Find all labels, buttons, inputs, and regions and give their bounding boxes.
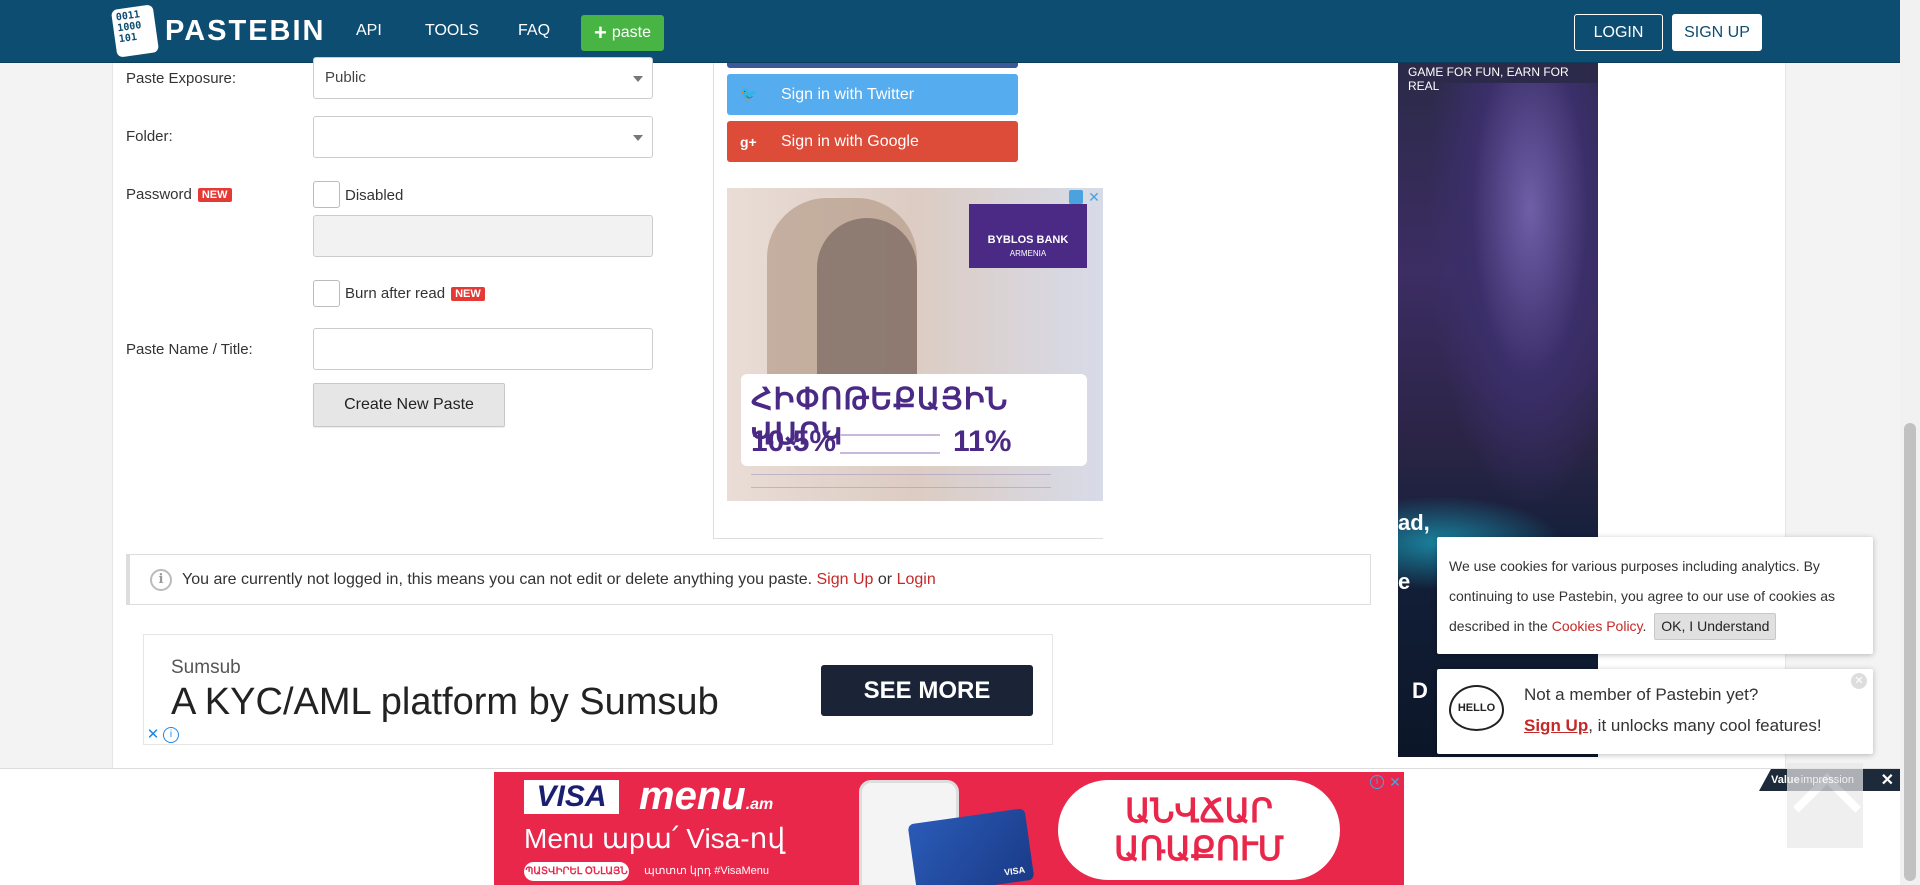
ad-close-icon[interactable]: ✕: [145, 727, 161, 743]
chevron-down-icon: [633, 76, 643, 82]
twitter-icon: 🐦: [740, 86, 758, 102]
member-promo-line2: Sign Up, it unlocks many cool features!: [1524, 716, 1822, 736]
cookie-accept-button[interactable]: OK, I Understand: [1654, 613, 1777, 640]
twitter-signin-label: Sign in with Twitter: [781, 85, 915, 103]
paste-title-input[interactable]: [313, 328, 653, 370]
game-ad-text: e: [1398, 569, 1411, 594]
signup-button[interactable]: SIGN UP: [1672, 14, 1762, 51]
bank-brand-sub: ARMENIA: [1009, 249, 1047, 258]
close-icon[interactable]: ✕: [1851, 673, 1867, 689]
ad-info-icon[interactable]: i: [163, 727, 179, 743]
pastebin-logo-icon[interactable]: 0011 1000 101: [110, 4, 160, 58]
new-paste-label: paste: [611, 24, 651, 41]
google-plus-icon: g+: [740, 133, 757, 150]
visa-ad-hashtag: պտտտ կրդ #VisaMenu: [644, 865, 770, 877]
paste-exposure-select[interactable]: Public: [313, 57, 653, 99]
game-ad-tagline: GAME FOR FUN, EARN FOR REAL: [1408, 65, 1569, 93]
bank-fine-print: [840, 434, 940, 454]
ad-close-icon[interactable]: ✕: [1087, 190, 1101, 204]
menu-logo-suffix: .am: [745, 796, 774, 813]
folder-select[interactable]: [313, 116, 653, 158]
ad-game-character: [1428, 83, 1598, 503]
twitter-signin-button[interactable]: 🐦 Sign in with Twitter: [727, 74, 1018, 115]
chevron-down-icon: [633, 135, 643, 141]
folder-label: Folder:: [126, 128, 173, 145]
sumsub-brand: Sumsub: [171, 657, 241, 678]
see-more-button[interactable]: SEE MORE: [821, 665, 1033, 716]
notice-or: or: [877, 570, 893, 588]
card-brand: VISA: [1003, 864, 1026, 878]
ad-close-icon[interactable]: ✕: [1388, 775, 1402, 789]
password-checkbox[interactable]: [313, 181, 340, 208]
notice-text: You are currently not logged in, this me…: [182, 570, 813, 588]
visa-ad-tagline: Menu աpա՛ Visa-ով: [524, 823, 786, 854]
cookie-period: .: [1642, 618, 1647, 634]
game-ad-text: D: [1412, 678, 1428, 703]
close-icon[interactable]: ✕: [1881, 770, 1894, 790]
login-button[interactable]: LOGIN: [1574, 14, 1663, 51]
free-delivery-bubble: ԱՆՎՃԱՐ ԱՌԱՔՈՒՄ: [1058, 780, 1340, 880]
notice-login-link[interactable]: Login: [897, 571, 936, 589]
new-badge: NEW: [197, 188, 232, 202]
paste-exposure-value: Public: [325, 69, 366, 86]
new-paste-button[interactable]: + paste: [581, 15, 664, 51]
nav-tools[interactable]: TOOLS: [425, 22, 479, 40]
paste-exposure-label: Paste Exposure:: [126, 70, 237, 87]
facebook-signin-button[interactable]: [727, 63, 1018, 68]
visa-menu-advertisement[interactable]: VISA menu.am Menu աpա՛ Visa-ով ՊԱՏՎԻՐԵԼ …: [494, 772, 1404, 885]
order-online-button: ՊԱՏՎԻՐԵԼ ՕՆԼԱՅՆ: [524, 862, 629, 881]
bank-rate-2: 11%: [953, 425, 1012, 458]
nav-api[interactable]: API: [356, 22, 382, 40]
game-ad-text: ad,: [1398, 510, 1430, 535]
pastebin-logo-text[interactable]: PASTEBIN: [165, 15, 325, 48]
ad-info-icon[interactable]: i: [1370, 775, 1384, 789]
cookie-consent-popup: We use cookies for various purposes incl…: [1437, 537, 1873, 654]
back-to-top-button[interactable]: [1787, 763, 1863, 848]
scrollbar-thumb[interactable]: [1904, 423, 1916, 881]
google-signin-label: Sign in with Google: [781, 132, 919, 150]
nav-faq[interactable]: FAQ: [518, 22, 550, 40]
member-promo-rest: , it unlocks many cool features!: [1588, 716, 1822, 735]
burn-after-read-checkbox[interactable]: [313, 280, 340, 307]
bank-advertisement[interactable]: BYBLOS BANK ARMENIA ՀԻՓՈԹԵՔԱՅԻՆ ՎԱՐԿ 10.…: [727, 188, 1103, 501]
member-promo-popup: HELLO Not a member of Pastebin yet? Sign…: [1437, 669, 1873, 754]
member-signup-link[interactable]: Sign Up: [1524, 716, 1588, 735]
paste-title-label: Paste Name / Title:: [126, 341, 253, 358]
sumsub-advertisement[interactable]: Sumsub A KYC/AML platform by Sumsub SEE …: [143, 634, 1053, 745]
burn-after-read-label: Burn after read NEW: [345, 285, 485, 302]
new-badge: NEW: [451, 287, 485, 301]
menu-am-logo: menu.am: [639, 774, 773, 819]
ad-info-icon[interactable]: [1069, 190, 1083, 204]
top-header: 0011 1000 101 PASTEBIN API TOOLS FAQ + p…: [0, 0, 1900, 63]
bank-logo: BYBLOS BANK ARMENIA: [969, 204, 1087, 268]
plus-icon: +: [594, 20, 607, 45]
burn-after-read-text: Burn after read: [345, 285, 446, 302]
bank-rate-1: 10.5%: [751, 425, 837, 458]
bank-brand: BYBLOS BANK: [987, 234, 1069, 246]
google-signin-button[interactable]: g+ Sign in with Google: [727, 121, 1018, 162]
member-promo-line1: Not a member of Pastebin yet?: [1524, 685, 1759, 704]
password-label-text: Password: [126, 186, 192, 203]
cookies-policy-link[interactable]: Cookies Policy: [1552, 618, 1643, 634]
sumsub-title: A KYC/AML platform by Sumsub: [171, 681, 719, 723]
visa-logo: VISA: [524, 780, 619, 814]
menu-logo-text: menu: [639, 774, 746, 818]
password-label: Password NEW: [126, 186, 232, 203]
notice-signup-link[interactable]: Sign Up: [817, 571, 874, 589]
not-logged-in-notice: i You are currently not logged in, this …: [126, 554, 1371, 605]
hello-speech-bubble-icon: HELLO: [1449, 685, 1504, 731]
create-new-paste-button[interactable]: Create New Paste: [313, 383, 505, 427]
bank-footer-text: [751, 474, 1051, 488]
password-input[interactable]: [313, 215, 653, 257]
info-icon: i: [150, 568, 172, 591]
password-disabled-label: Disabled: [345, 187, 404, 204]
